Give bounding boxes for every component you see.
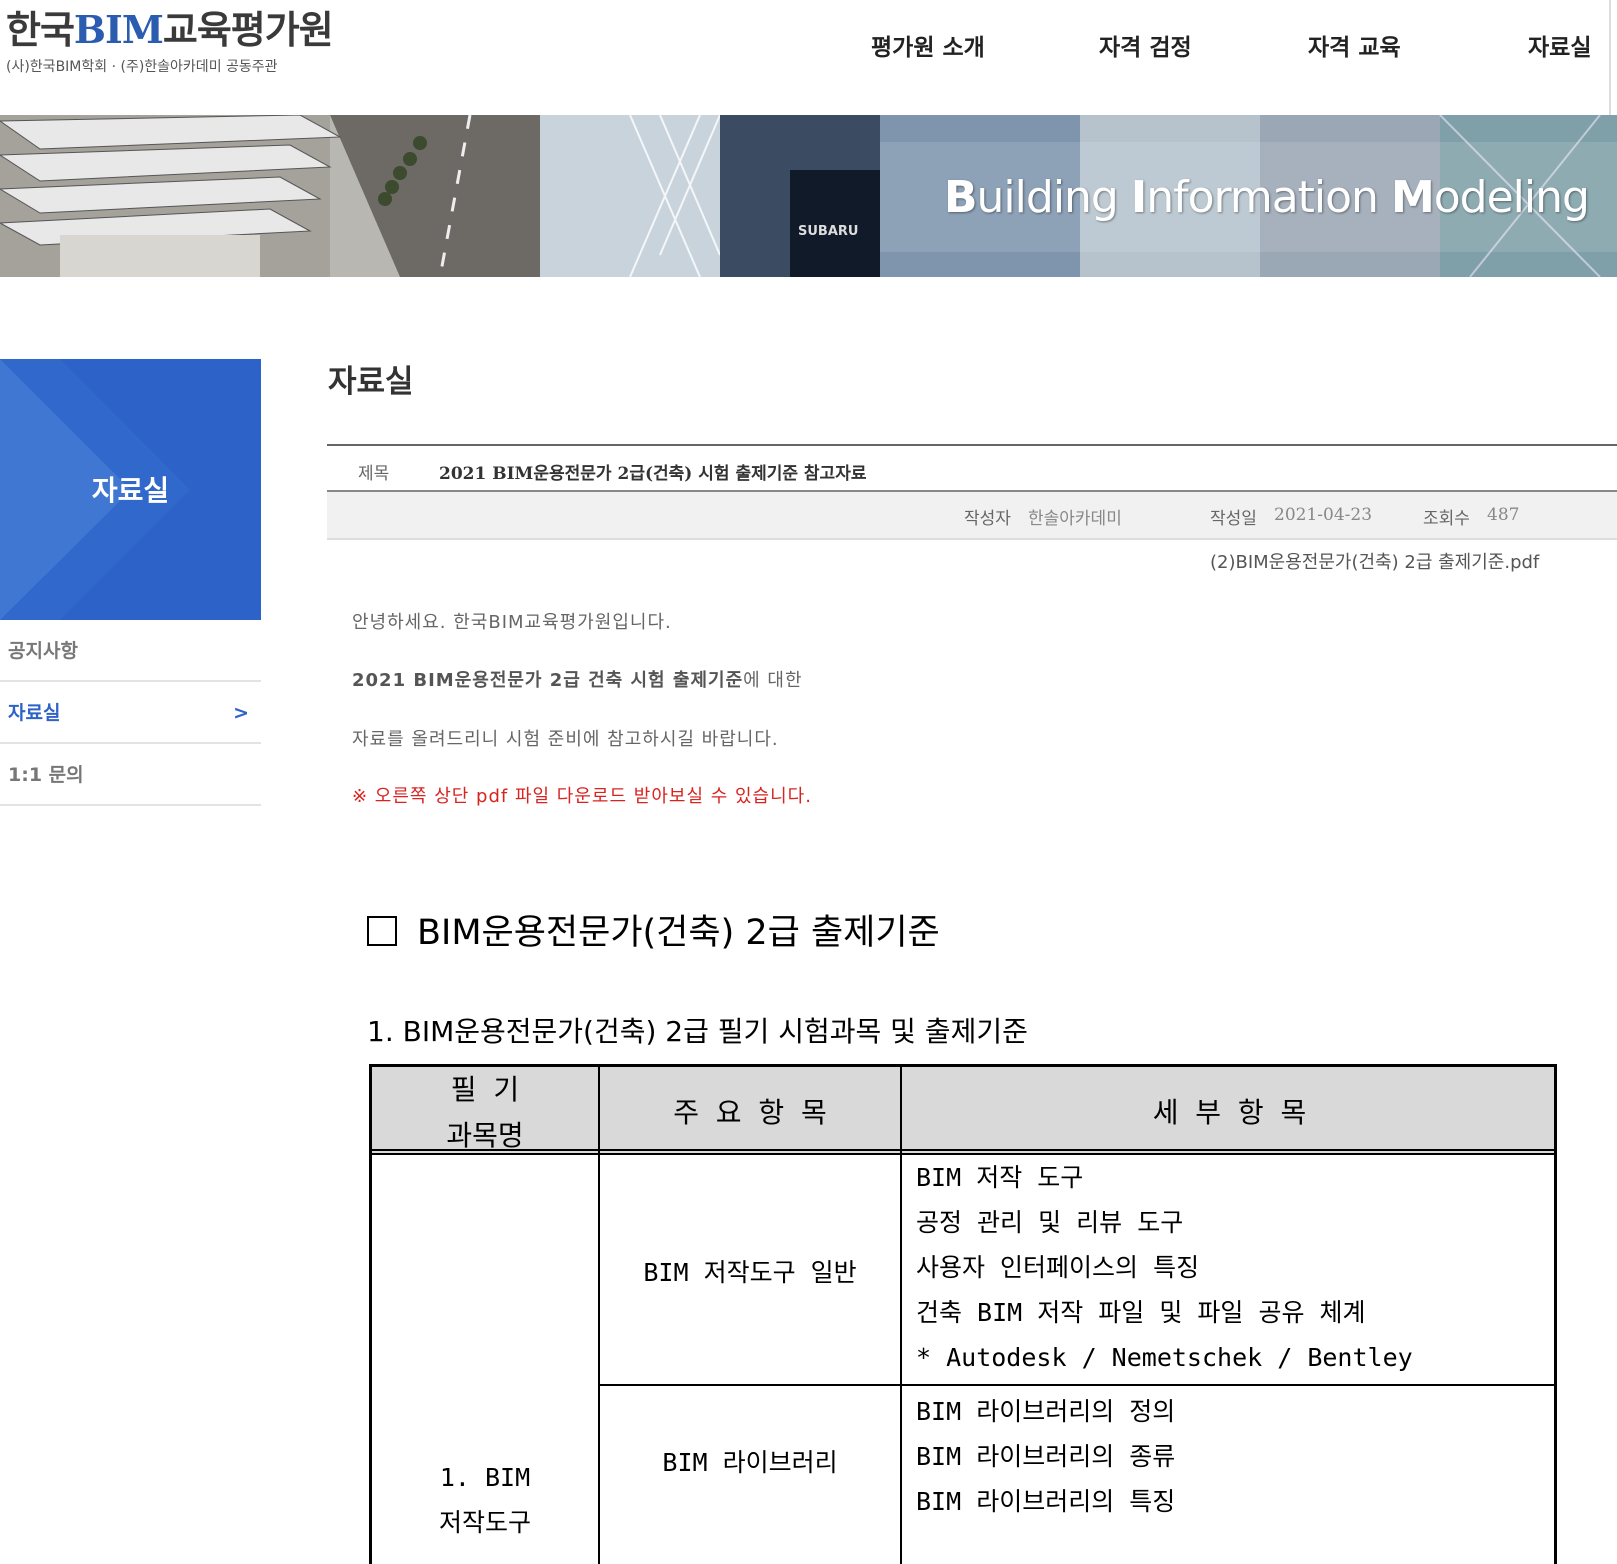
banner-sign-text: SUBARU xyxy=(798,224,858,239)
attachment-link[interactable]: (2)BIM운용전문가(건축) 2급 출제기준.pdf xyxy=(1210,548,1539,574)
subject-row: 제목 2021 BIM운용전문가 2급(건축) 시험 출제기준 참고자료 xyxy=(327,444,1617,492)
main-item-1: BIM 저작도구 일반 xyxy=(643,1258,857,1287)
header-detail: 세 부 항 목 xyxy=(1152,1096,1307,1129)
subject-label: 제목 xyxy=(358,464,390,484)
sidebar-item-label: 1:1 문의 xyxy=(8,764,84,786)
sidebar-item-label: 공지사항 xyxy=(8,640,78,662)
author-value: 한솔아카데미 xyxy=(1028,509,1122,529)
detail-item: BIM 저작 도구 xyxy=(916,1163,1084,1192)
sidebar-title: 자료실 xyxy=(91,474,170,507)
main-nav: 평가원 소개 자격 검정 자격 교육 자료실 xyxy=(0,28,1617,68)
document-subheading: 1. BIM운용전문가(건축) 2급 필기 시험과목 및 출제기준 xyxy=(367,1015,1028,1048)
banner-title: Building Information Modeling xyxy=(944,172,1590,223)
sidebar-item-notice[interactable]: 공지사항 xyxy=(0,620,261,682)
sidebar-item-label: 자료실 xyxy=(8,702,61,724)
body-line-3: 자료를 올려드리니 시험 준비에 참고하시길 바랍니다. xyxy=(352,729,779,750)
sidebar-item-inquiry[interactable]: 1:1 문의 xyxy=(0,744,261,806)
nav-education[interactable]: 자격 교육 xyxy=(1308,28,1401,62)
page-title: 자료실 xyxy=(328,364,414,400)
sidebar-item-archive[interactable]: 자료실 > xyxy=(0,682,261,744)
nav-about[interactable]: 평가원 소개 xyxy=(871,28,985,62)
post-header: 제목 2021 BIM운용전문가 2급(건축) 시험 출제기준 참고자료 작성자… xyxy=(327,444,1617,540)
nav-archive[interactable]: 자료실 xyxy=(1528,28,1591,62)
body-line-1: 안녕하세요. 한국BIM교육평가원입니다. xyxy=(352,612,672,633)
subject-cell: 1. BIM 저작도구 xyxy=(438,1463,531,1537)
detail-item: * Autodesk / Nemetschek / Bentley xyxy=(916,1343,1413,1372)
main-item-2: BIM 라이브러리 xyxy=(662,1448,838,1477)
author-label: 작성자 xyxy=(964,509,1011,529)
date-label: 작성일 xyxy=(1210,509,1257,529)
views-label: 조회수 xyxy=(1423,509,1470,529)
detail-item: BIM 라이브러리의 특징 xyxy=(916,1487,1176,1516)
checkbox-icon xyxy=(367,916,397,946)
date-value: 2021-04-23 xyxy=(1274,505,1373,525)
detail-item: 사용자 인터페이스의 특징 xyxy=(916,1253,1200,1282)
detail-list-2: BIM 라이브러리의 정의 BIM 라이브러리의 종류 BIM 라이브러리의 특… xyxy=(916,1389,1175,1524)
detail-item: BIM 라이브러리의 정의 xyxy=(916,1397,1176,1426)
sidebar-menu: 공지사항 자료실 > 1:1 문의 xyxy=(0,620,261,806)
criteria-table: 필 기 과목명 주 요 항 목 세 부 항 목 1. BIM 저작도구 BIM 저작… xyxy=(369,1064,1557,1564)
header-main: 주 요 항 목 xyxy=(673,1096,827,1129)
views-value: 487 xyxy=(1487,505,1520,525)
post-subject: 2021 BIM운용전문가 2급(건축) 시험 출제기준 참고자료 xyxy=(439,464,867,484)
chevron-right-icon: > xyxy=(233,702,249,724)
header-subject: 필 기 과목명 xyxy=(446,1073,524,1152)
body-line-2: 2021 BIM운용전문가 2급 건축 시험 출제기준에 대한 xyxy=(352,670,803,691)
detail-item: 공정 관리 및 리뷰 도구 xyxy=(916,1208,1184,1237)
detail-item: BIM 라이브러리의 종류 xyxy=(916,1442,1176,1471)
download-notice: ※ 오른쪽 상단 pdf 파일 다운로드 받아보실 수 있습니다. xyxy=(352,786,812,807)
sidebar-header: 자료실 xyxy=(0,359,261,620)
detail-list-1: BIM 저작 도구 공정 관리 및 리뷰 도구 사용자 인터페이스의 특징 건축… xyxy=(916,1155,1413,1380)
meta-row: 작성자 한솔아카데미 작성일 2021-04-23 조회수 487 xyxy=(327,492,1617,540)
document-heading: BIM운용전문가(건축) 2급 출제기준 xyxy=(367,904,940,955)
nav-certification[interactable]: 자격 검정 xyxy=(1099,28,1192,62)
detail-item: 건축 BIM 저작 파일 및 파일 공유 체계 xyxy=(916,1298,1366,1327)
